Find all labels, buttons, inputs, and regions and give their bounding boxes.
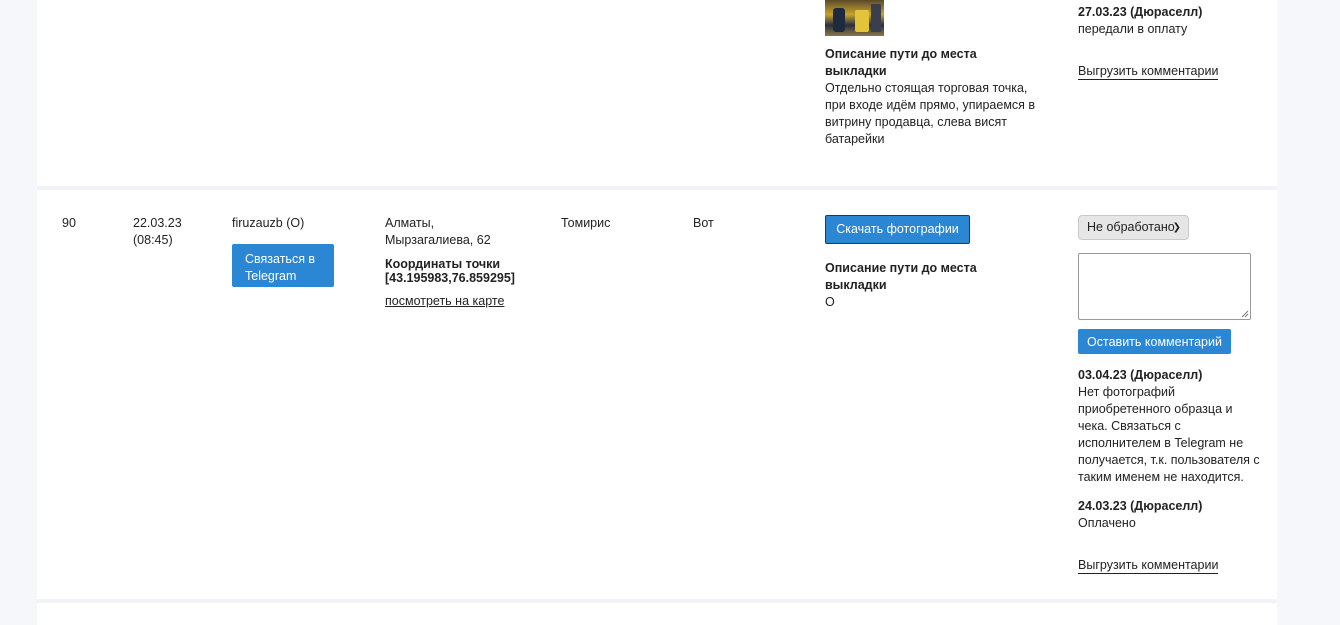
row-divider bbox=[37, 186, 1277, 190]
coordinates: Координаты точки [43.195983,76.859295] bbox=[385, 257, 515, 285]
leave-comment-button[interactable]: Оставить комментарий bbox=[1078, 329, 1231, 354]
comment-date: 03.04.23 (Дюраселл) bbox=[1078, 368, 1203, 382]
store-name: Томирис bbox=[561, 216, 611, 230]
contact-telegram-button[interactable]: Связаться в Telegram bbox=[232, 244, 334, 287]
route-title: Описание пути до места выкладки bbox=[825, 47, 977, 78]
status-select[interactable]: Не обработано ❯ bbox=[1078, 215, 1189, 240]
address: Алматы, Мырзагалиева, 62 bbox=[385, 216, 491, 247]
comment-text: Оплачено bbox=[1078, 516, 1136, 530]
user-name: firuzauzb (O) bbox=[232, 216, 305, 230]
comment-textarea[interactable] bbox=[1078, 253, 1251, 320]
product-name: Вот bbox=[693, 216, 714, 230]
comment-text: передали в оплату bbox=[1078, 22, 1188, 36]
export-comments-link[interactable]: Выгрузить комментарии bbox=[1078, 558, 1219, 574]
route-title: Описание пути до места выкладки bbox=[825, 261, 977, 292]
comment-date: 27.03.23 (Дюраселл) bbox=[1078, 5, 1203, 19]
row-id: 90 bbox=[62, 216, 76, 230]
comment-date: 24.03.23 (Дюраселл) bbox=[1078, 499, 1203, 513]
photo-thumbnail[interactable] bbox=[825, 0, 884, 36]
download-photos-button[interactable]: Скачать фотографии bbox=[825, 215, 970, 244]
export-comments-link[interactable]: Выгрузить комментарии bbox=[1078, 64, 1219, 80]
route-description: Отдельно стоящая торговая точка, при вхо… bbox=[825, 81, 1036, 146]
row-datetime: 22.03.23 (08:45) bbox=[133, 216, 182, 247]
comment-text: Нет фотографий приобретенного образца и … bbox=[1078, 385, 1260, 484]
resize-grip-icon[interactable] bbox=[1241, 310, 1249, 318]
route-description: О bbox=[825, 295, 835, 309]
chevron-down-icon: ❯ bbox=[1172, 222, 1181, 233]
view-on-map-link[interactable]: посмотреть на карте bbox=[385, 294, 504, 308]
row-divider bbox=[37, 599, 1277, 603]
